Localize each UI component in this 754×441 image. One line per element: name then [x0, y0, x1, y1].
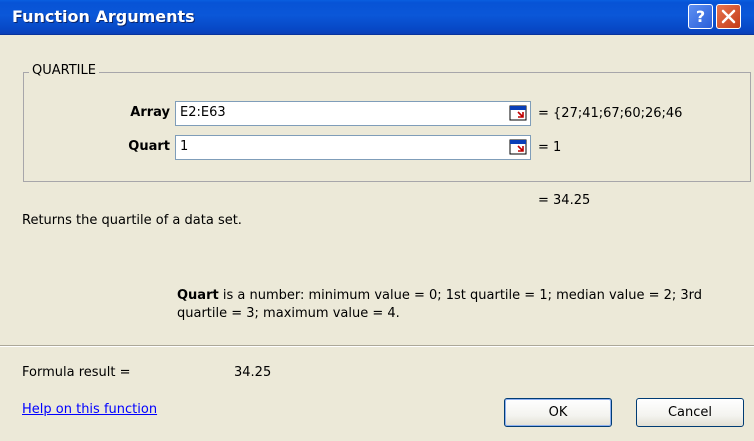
title-bar[interactable]: Function Arguments ? [0, 0, 754, 35]
argument-help-text: is a number: minimum value = 0; 1st quar… [177, 288, 703, 321]
quart-collapse-button[interactable] [509, 139, 527, 155]
quart-result: = 1 [538, 140, 562, 155]
array-field[interactable] [175, 101, 531, 126]
function-description: Returns the quartile of a data set. [22, 213, 242, 228]
quart-input[interactable] [180, 139, 500, 154]
array-result: = {27;41;67;60;26;46 [538, 106, 683, 121]
cancel-button[interactable]: Cancel [636, 398, 744, 427]
separator [0, 345, 754, 347]
close-icon [721, 9, 736, 24]
argument-help-name: Quart [177, 288, 219, 303]
collapse-dialog-icon [509, 139, 527, 155]
group-label: QUARTILE [29, 63, 99, 78]
svg-text:?: ? [696, 7, 705, 26]
argument-help: Quart is a number: minimum value = 0; 1s… [177, 287, 747, 323]
array-input[interactable] [180, 105, 500, 120]
help-icon: ? [696, 7, 705, 26]
window-title: Function Arguments [12, 7, 195, 26]
function-result: = 34.25 [538, 193, 591, 208]
ok-button[interactable]: OK [504, 398, 612, 427]
help-on-function-link[interactable]: Help on this function [22, 402, 157, 417]
formula-result-value: 34.25 [234, 365, 272, 380]
help-button[interactable]: ? [688, 4, 713, 29]
quart-field[interactable] [175, 135, 531, 160]
quart-label: Quart [128, 139, 170, 154]
close-button[interactable] [716, 4, 741, 29]
array-label: Array [130, 105, 170, 120]
collapse-dialog-icon [509, 105, 527, 121]
array-collapse-button[interactable] [509, 105, 527, 121]
arguments-group [23, 72, 751, 182]
formula-result-label: Formula result = [22, 365, 131, 380]
